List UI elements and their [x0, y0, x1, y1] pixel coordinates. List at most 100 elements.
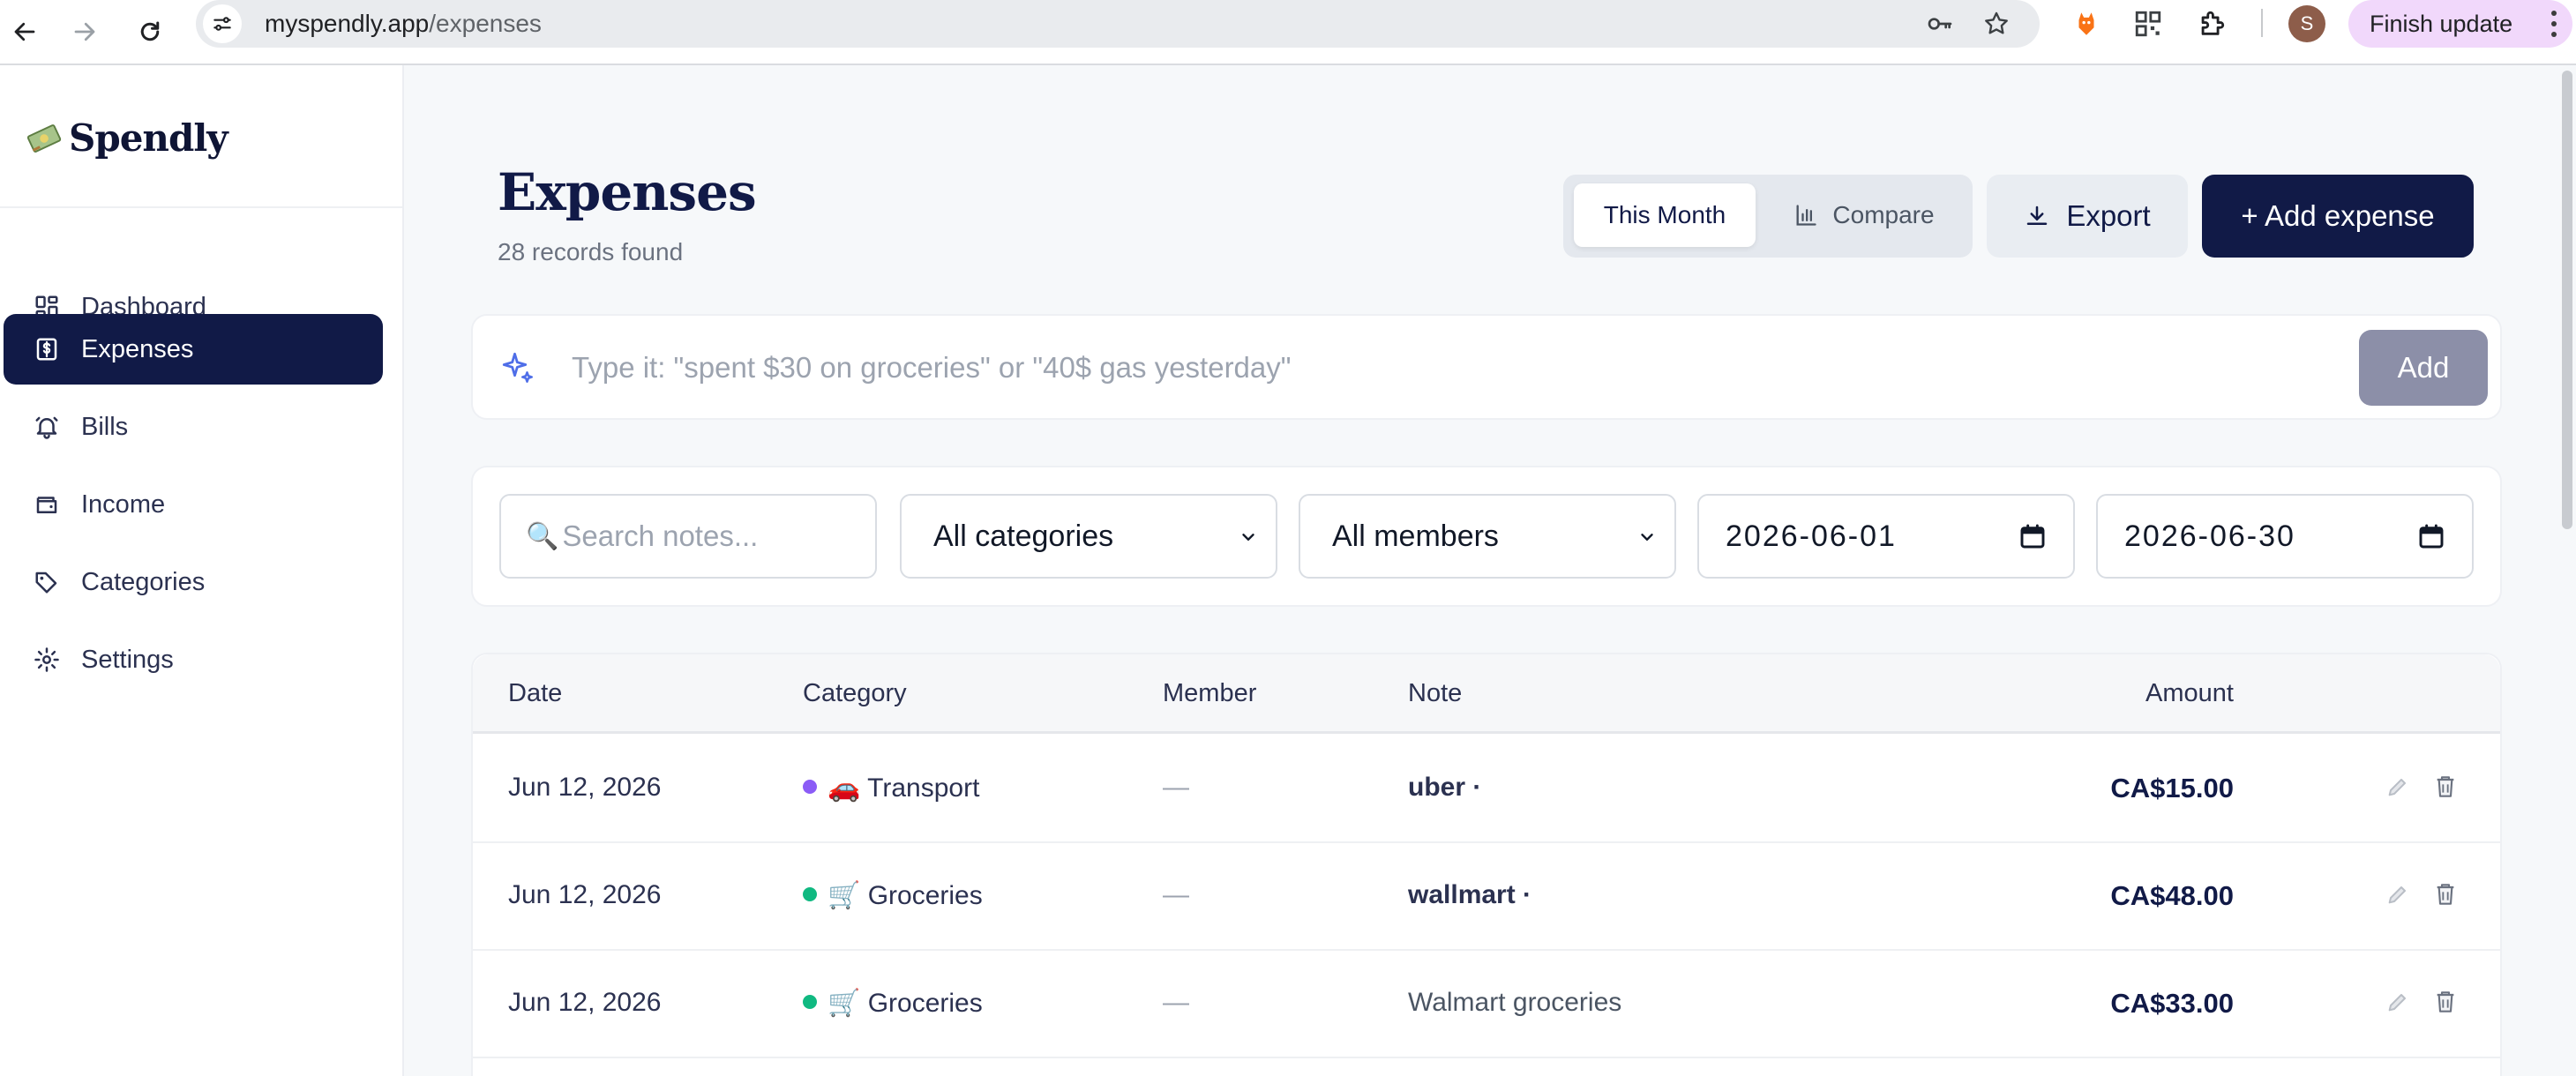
row-category-label: 🛒 Groceries — [827, 989, 983, 1018]
url-path: /expenses — [429, 10, 542, 37]
table-row[interactable]: Jun 12, 2026 🛒 Groceries — wallmart · CA… — [473, 843, 2500, 951]
profile-avatar[interactable]: S — [2288, 5, 2325, 42]
table-row[interactable]: Jun 12, 2026 🚗 Transport — uber · CA$15.… — [473, 736, 2500, 843]
edit-pencil-icon[interactable] — [2384, 880, 2412, 908]
date-to-value: 2026-06-30 — [2124, 519, 2295, 553]
sidebar: Spendly Dashboard Expenses Bills Income … — [0, 65, 404, 1076]
arrow-right-icon — [74, 22, 95, 41]
export-button[interactable]: Export — [1987, 175, 2188, 258]
table-header: Date Category Member Note Amount — [473, 654, 2500, 734]
bell-icon — [35, 416, 58, 439]
row-date: Jun 12, 2026 — [508, 773, 662, 802]
column-header-date[interactable]: Date — [508, 679, 562, 708]
brand-name: Spendly — [69, 116, 228, 160]
sidebar-item-income[interactable]: Income — [4, 469, 383, 540]
page-scrollbar-thumb[interactable] — [2562, 71, 2572, 529]
compare-button[interactable]: Compare — [1768, 183, 1960, 247]
category-select[interactable]: All categories — [900, 494, 1277, 579]
bookmark-star-icon[interactable] — [1981, 9, 2011, 39]
row-amount: CA$48.00 — [2110, 880, 2234, 911]
quick-add-input[interactable] — [572, 340, 1930, 395]
calendar-icon[interactable] — [2018, 522, 2047, 550]
extensions-puzzle-icon[interactable] — [2193, 5, 2230, 42]
category-color-dot — [803, 995, 817, 1010]
qr-code-icon[interactable] — [2130, 5, 2167, 42]
this-month-label: This Month — [1603, 201, 1726, 228]
arrow-left-icon — [14, 22, 35, 41]
sidebar-item-settings[interactable]: Settings — [4, 624, 383, 695]
page-title: Expenses — [498, 162, 757, 222]
chevron-down-icon — [1242, 534, 1254, 541]
quick-add-button[interactable]: Add — [2359, 330, 2488, 406]
export-label: Export — [2066, 199, 2151, 232]
trash-icon[interactable] — [2431, 773, 2460, 801]
reload-button[interactable] — [127, 9, 173, 55]
brand-logo[interactable]: Spendly — [25, 116, 228, 160]
row-amount: CA$33.00 — [2110, 988, 2234, 1019]
row-amount: CA$15.00 — [2110, 773, 2234, 803]
forward-button[interactable] — [62, 9, 108, 55]
reload-icon — [140, 21, 160, 41]
bar-chart-icon — [1796, 205, 1817, 226]
row-member: — — [1163, 773, 1189, 802]
password-key-icon[interactable] — [1925, 9, 1955, 39]
finish-update-button[interactable]: Finish update — [2348, 0, 2572, 48]
money-logo-icon — [26, 123, 62, 153]
expenses-table: Date Category Member Note Amount Jun 12,… — [471, 653, 2502, 1076]
sidebar-item-categories[interactable]: Categories — [4, 547, 383, 617]
sidebar-divider — [0, 206, 402, 208]
site-info-button[interactable] — [203, 4, 242, 43]
wallet-icon — [36, 497, 57, 513]
row-note: wallmart · — [1408, 880, 1532, 909]
extension-fox-icon[interactable] — [2068, 5, 2105, 42]
category-color-dot — [803, 887, 817, 902]
download-icon — [2027, 205, 2048, 225]
period-toggle: This Month Compare — [1563, 175, 1973, 258]
row-member: — — [1163, 880, 1189, 909]
more-vert-icon — [2551, 11, 2557, 37]
trash-icon[interactable] — [2431, 880, 2460, 908]
sidebar-item-bills[interactable]: Bills — [4, 392, 383, 462]
search-notes-field[interactable]: 🔍 Search notes... — [499, 494, 877, 579]
date-from-field[interactable]: 2026-06-01 — [1697, 494, 2075, 579]
table-row[interactable]: Jun 12, 2026 🛒 Groceries — Walmart groce… — [473, 951, 2500, 1058]
trash-icon[interactable] — [2431, 988, 2460, 1016]
row-category-label: 🛒 Groceries — [827, 881, 983, 910]
column-header-amount[interactable]: Amount — [2145, 679, 2234, 708]
column-header-note[interactable]: Note — [1408, 679, 1462, 708]
date-to-field[interactable]: 2026-06-30 — [2096, 494, 2474, 579]
toolbar-divider — [2261, 9, 2263, 37]
search-icon: 🔍 — [526, 521, 559, 551]
row-member: — — [1163, 988, 1189, 1017]
column-header-category[interactable]: Category — [803, 679, 907, 708]
chevron-down-icon — [1641, 534, 1653, 541]
edit-pencil-icon[interactable] — [2384, 988, 2412, 1016]
tag-icon — [35, 572, 57, 594]
category-color-dot — [803, 780, 817, 795]
sidebar-item-label: Bills — [81, 412, 129, 441]
url-text: myspendly.app/expenses — [265, 10, 542, 38]
calendar-icon[interactable] — [2417, 522, 2445, 550]
browser-toolbar: myspendly.app/expenses S Finish update — [0, 0, 2576, 65]
gear-icon — [34, 647, 59, 672]
address-bar[interactable]: myspendly.app/expenses — [196, 0, 2040, 48]
row-date: Jun 12, 2026 — [508, 988, 662, 1017]
column-header-member[interactable]: Member — [1163, 679, 1256, 708]
filters-card: 🔍 Search notes... All categories All mem… — [471, 466, 2502, 607]
edit-pencil-icon[interactable] — [2384, 773, 2412, 801]
row-category-label: 🚗 Transport — [827, 773, 980, 803]
this-month-button[interactable]: This Month — [1574, 183, 1756, 247]
member-select[interactable]: All members — [1299, 494, 1676, 579]
add-expense-button[interactable]: + Add expense — [2202, 175, 2474, 258]
tune-icon — [213, 17, 231, 31]
compare-label: Compare — [1832, 201, 1935, 228]
sidebar-item-label: Categories — [81, 567, 206, 596]
finish-update-label: Finish update — [2370, 10, 2513, 37]
url-host: myspendly.app — [265, 10, 430, 37]
sidebar-item-expenses[interactable]: Expenses — [4, 314, 383, 385]
back-button[interactable] — [2, 9, 48, 55]
member-select-value: All members — [1332, 519, 1499, 553]
row-category: 🛒 Groceries — [803, 988, 983, 1019]
row-date: Jun 12, 2026 — [508, 880, 662, 909]
sidebar-item-label: Settings — [81, 645, 174, 674]
